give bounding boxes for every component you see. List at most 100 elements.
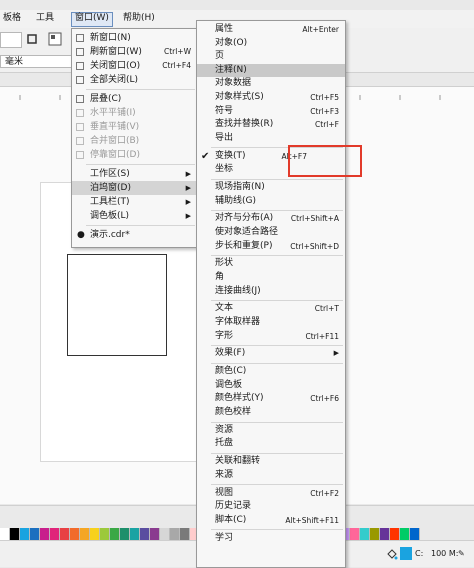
docker-menu-item[interactable]: 使对象适合路径 — [197, 226, 345, 240]
docker-menu-item[interactable]: 导出 — [197, 132, 345, 146]
docker-menu-item[interactable]: 辅助线(G) — [197, 195, 345, 209]
menu-tools[interactable]: 工具 — [33, 12, 57, 25]
palette-swatch[interactable] — [100, 528, 110, 540]
palette-swatch[interactable] — [170, 528, 180, 540]
palette-swatch[interactable] — [90, 528, 100, 540]
docker-menu-item[interactable]: 来源 — [197, 469, 345, 483]
docker-menu-item[interactable]: 历史记录 — [197, 500, 345, 514]
docker-menu-item-label: 托盘 — [215, 438, 234, 449]
palette-swatch[interactable] — [150, 528, 160, 540]
docker-menu-item[interactable]: 对象(O) — [197, 37, 345, 51]
palette-swatch[interactable] — [120, 528, 130, 540]
docker-menu-item[interactable]: 符号 Ctrl+F3 — [197, 105, 345, 119]
palette-swatch[interactable] — [40, 528, 50, 540]
docker-menu-item[interactable]: 视图 Ctrl+F2 — [197, 487, 345, 501]
docker-menu-item[interactable]: 颜色样式(Y) Ctrl+F6 — [197, 392, 345, 406]
window-menu-item[interactable]: 合并窗口(B) — [72, 134, 197, 148]
window-item-icon — [76, 62, 84, 70]
docker-menu-item-label: 使对象适合路径 — [215, 227, 279, 237]
palette-swatch[interactable] — [400, 528, 410, 540]
palette-swatch[interactable] — [160, 528, 170, 540]
docker-menu-item[interactable]: 属性 Alt+Enter — [197, 23, 345, 37]
toolbar-dropdown[interactable] — [0, 32, 22, 48]
palette-swatch[interactable] — [10, 528, 20, 540]
frame-icon[interactable] — [26, 33, 38, 45]
docker-menu-item[interactable]: 查找并替换(R) Ctrl+F — [197, 118, 345, 132]
menu-help[interactable]: 帮助(H) — [120, 12, 158, 25]
docker-menu-item[interactable]: 角 — [197, 271, 345, 285]
window-menu-item[interactable]: 关闭窗口(O) Ctrl+F4 — [72, 59, 197, 73]
docker-menu-item[interactable]: 对象样式(S) Ctrl+F5 — [197, 91, 345, 105]
docker-menu-item[interactable]: 脚本(C) Alt+Shift+F11 — [197, 514, 345, 528]
palette-swatch[interactable] — [370, 528, 380, 540]
outline-status-text: 100 M: — [431, 549, 459, 558]
docker-menu-item[interactable]: 对齐与分布(A) Ctrl+Shift+A — [197, 212, 345, 226]
window-menu-item[interactable]: 层叠(C) — [72, 92, 197, 106]
docker-menu-item[interactable]: 关联和翻转 — [197, 455, 345, 469]
palette-swatch[interactable] — [50, 528, 60, 540]
window-menu-item[interactable]: 水平平铺(I) — [72, 106, 197, 120]
menu-layout[interactable]: 板格 — [0, 12, 24, 25]
fill-bucket-icon[interactable] — [386, 548, 398, 560]
palette-swatch[interactable] — [0, 528, 10, 540]
docker-menu-item[interactable]: 文本 Ctrl+T — [197, 302, 345, 316]
window-menu-item[interactable]: ● 演示.cdr* — [72, 228, 197, 242]
layout-icon[interactable] — [48, 32, 62, 46]
palette-swatch[interactable] — [350, 528, 360, 540]
palette-swatch[interactable] — [70, 528, 80, 540]
palette-swatch[interactable] — [110, 528, 120, 540]
shortcut-highlight-box — [288, 145, 362, 177]
palette-swatch[interactable] — [140, 528, 150, 540]
docker-menu-item[interactable]: 颜色校样 — [197, 406, 345, 420]
palette-swatch[interactable] — [360, 528, 370, 540]
window-menu-item[interactable]: 刷新窗口(W) Ctrl+W — [72, 45, 197, 59]
docker-menu-item[interactable]: 托盘 — [197, 437, 345, 451]
window-menu-item[interactable]: 工作区(S) ▶ — [72, 167, 197, 181]
docker-menu-item[interactable]: 颜色(C) — [197, 365, 345, 379]
docker-menu-item[interactable]: 调色板 — [197, 379, 345, 393]
palette-swatch[interactable] — [380, 528, 390, 540]
fill-color-swatch[interactable] — [400, 547, 412, 560]
palette-swatch[interactable] — [130, 528, 140, 540]
window-menu-item[interactable]: 调色板(L) ▶ — [72, 209, 197, 223]
docker-menu-item[interactable]: 注释(N) — [197, 63, 345, 78]
docker-menu-item[interactable]: 效果(F) ▶ — [197, 347, 345, 361]
window-menu-item[interactable]: 垂直平铺(V) — [72, 120, 197, 134]
docker-menu-item-shortcut: Alt+Enter — [302, 25, 339, 34]
menu-window[interactable]: 窗口(W) — [71, 12, 113, 27]
menu-separator — [211, 421, 343, 423]
docker-menu-item[interactable]: 字形 Ctrl+F11 — [197, 330, 345, 344]
window-menu-item[interactable]: 新窗口(N) — [72, 31, 197, 45]
unit-select[interactable]: 毫米 — [0, 55, 74, 68]
window-menu-item[interactable]: 全部关闭(L) — [72, 73, 197, 87]
palette-swatch[interactable] — [20, 528, 30, 540]
docker-menu-item[interactable]: 资源 — [197, 424, 345, 438]
docker-menu-item[interactable]: 连接曲线(J) — [197, 285, 345, 299]
palette-swatch[interactable] — [30, 528, 40, 540]
docker-menu-item[interactable]: 现场指南(N) — [197, 181, 345, 195]
docker-menu-item-label: 字体取样器 — [215, 317, 261, 327]
docker-menu-item[interactable]: 字体取样器 — [197, 316, 345, 330]
palette-swatch[interactable] — [180, 528, 190, 540]
window-menu-item[interactable]: 泊坞窗(D) ▶ — [72, 181, 197, 195]
menu-separator — [86, 89, 195, 90]
window-menu-item[interactable]: 停靠窗口(D) — [72, 148, 197, 162]
docker-menu-item[interactable]: 页 — [197, 50, 345, 64]
docker-menu-item-label: 历史记录 — [215, 501, 252, 512]
docker-menu-item[interactable]: 步长和重复(P) Ctrl+Shift+D — [197, 240, 345, 254]
docker-menu-item-label: 坐标 — [215, 164, 234, 175]
menu-separator — [211, 363, 343, 364]
docker-menu-item-label: 颜色(C) — [215, 366, 247, 377]
palette-swatch[interactable] — [390, 528, 400, 540]
window-menu-item[interactable]: 工具栏(T) ▶ — [72, 195, 197, 209]
menu-separator — [211, 210, 343, 212]
palette-swatch[interactable] — [60, 528, 70, 540]
rectangle-object[interactable] — [67, 254, 167, 356]
docker-menu-item-label: 对齐与分布(A) — [215, 213, 274, 224]
palette-swatch[interactable] — [410, 528, 420, 540]
docker-menu-item[interactable]: 形状 — [197, 257, 345, 271]
docker-menu-item[interactable]: 学习 — [197, 532, 345, 546]
docker-menu-item[interactable]: 对象数据 — [197, 77, 345, 91]
window-menu: 新窗口(N) 刷新窗口(W) Ctrl+W 关闭窗口(O) Ctrl+F4 全部关闭(L)… — [71, 28, 198, 248]
palette-swatch[interactable] — [80, 528, 90, 540]
